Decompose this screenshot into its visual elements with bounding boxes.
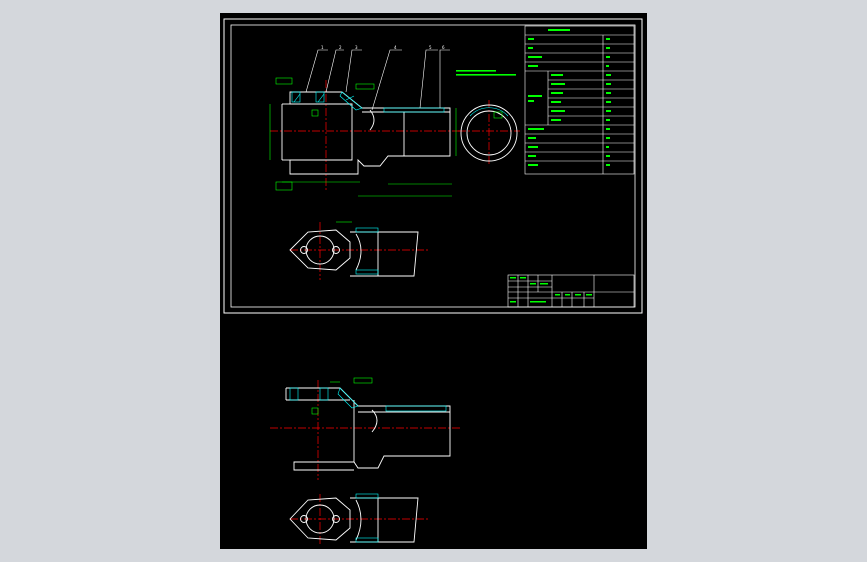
drawing-paper	[220, 13, 647, 549]
cad-drawing-canvas	[220, 13, 647, 549]
